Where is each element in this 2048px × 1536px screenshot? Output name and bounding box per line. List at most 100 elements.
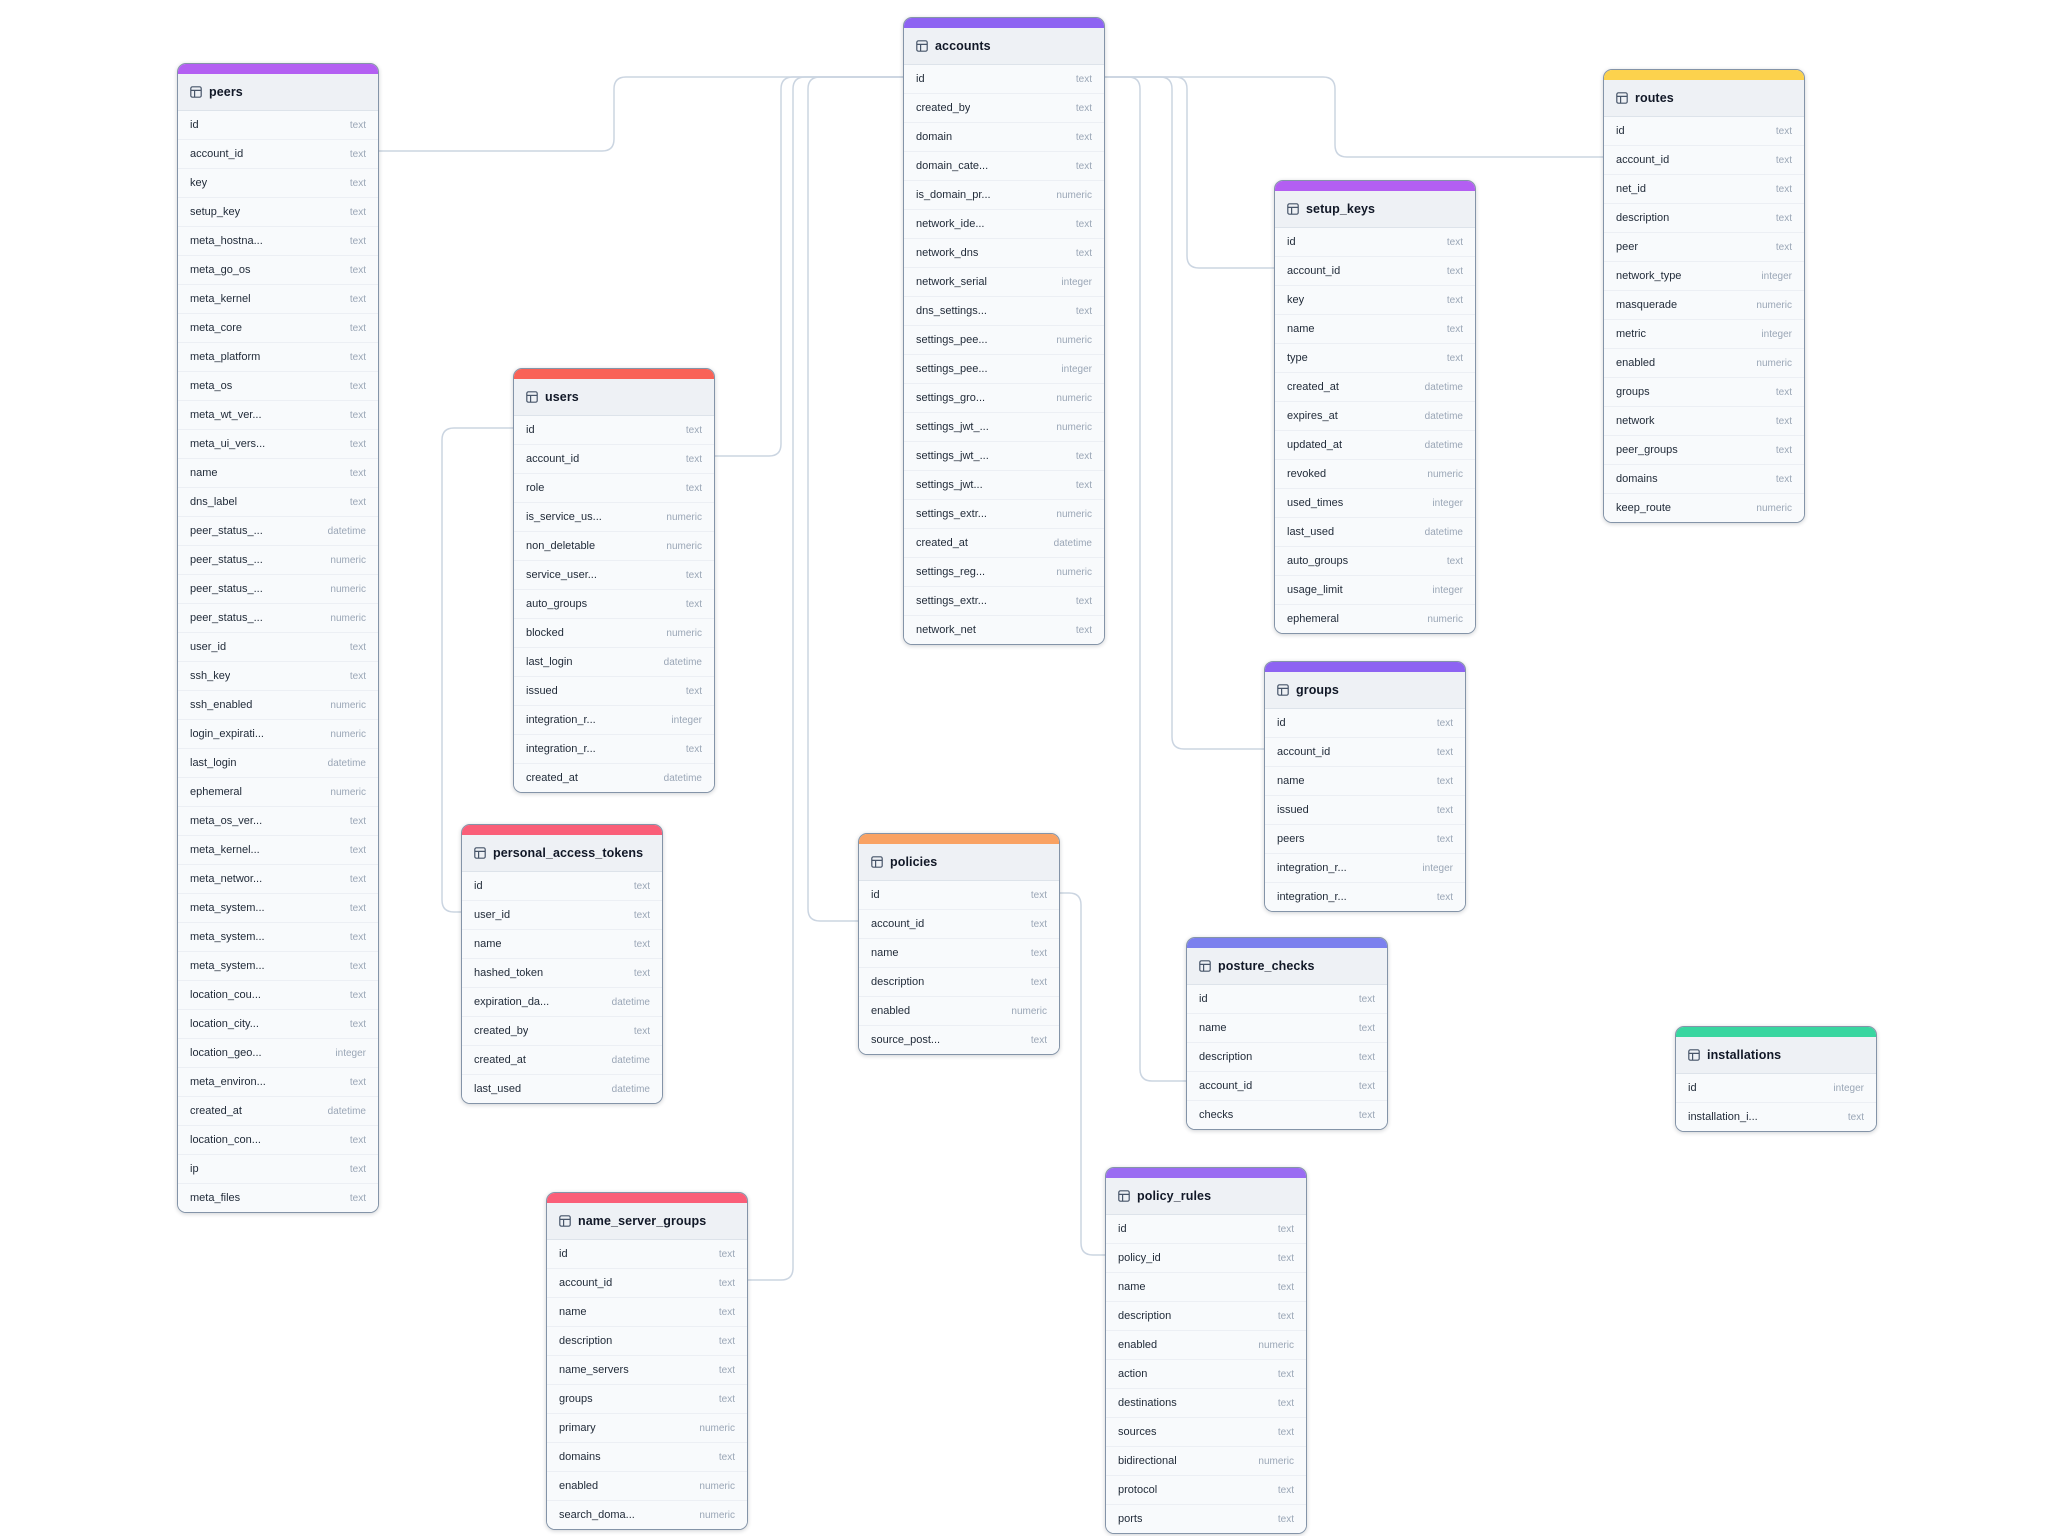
- field-type: datetime: [1425, 440, 1463, 451]
- field-type: numeric: [1427, 469, 1463, 480]
- table-policies[interactable]: policies id text account_id text name te…: [858, 833, 1060, 1055]
- table-header[interactable]: setup_keys: [1275, 191, 1475, 228]
- field-row: type text: [1275, 343, 1475, 372]
- er-diagram-canvas: peers id text account_id text key text s…: [0, 0, 2048, 1536]
- table-header[interactable]: policies: [859, 844, 1059, 881]
- field-name: bidirectional: [1118, 1455, 1177, 1467]
- field-type: numeric: [1056, 422, 1092, 433]
- table-setup_keys[interactable]: setup_keys id text account_id text key t…: [1274, 180, 1476, 634]
- table-header[interactable]: accounts: [904, 28, 1104, 65]
- field-name: peer: [1616, 241, 1638, 253]
- table-header[interactable]: installations: [1676, 1037, 1876, 1074]
- field-type: text: [1776, 155, 1792, 166]
- field-name: id: [190, 119, 199, 131]
- field-type: numeric: [666, 541, 702, 552]
- field-name: sources: [1118, 1426, 1157, 1438]
- field-type: text: [686, 744, 702, 755]
- table-header[interactable]: personal_access_tokens: [462, 835, 662, 872]
- field-type: text: [719, 1278, 735, 1289]
- field-name: integration_r...: [526, 743, 596, 755]
- field-name: non_deletable: [526, 540, 595, 552]
- table-accent-bar: [1676, 1027, 1876, 1037]
- table-rows: id text account_id text name text issued…: [1265, 709, 1465, 911]
- field-row: bidirectional numeric: [1106, 1446, 1306, 1475]
- table-accounts[interactable]: accounts id text created_by text domain …: [903, 17, 1105, 645]
- field-type: text: [634, 968, 650, 979]
- field-name: key: [190, 177, 207, 189]
- field-type: text: [1776, 242, 1792, 253]
- field-name: meta_platform: [190, 351, 260, 363]
- field-name: auto_groups: [526, 598, 587, 610]
- field-type: numeric: [330, 729, 366, 740]
- table-header[interactable]: users: [514, 379, 714, 416]
- field-name: last_used: [474, 1083, 521, 1095]
- field-row: role text: [514, 473, 714, 502]
- field-name: service_user...: [526, 569, 597, 581]
- field-name: id: [871, 889, 880, 901]
- field-row: domains text: [1604, 464, 1804, 493]
- field-row: ssh_enabled numeric: [178, 690, 378, 719]
- table-rows: id text name text description text accou…: [1187, 985, 1387, 1129]
- field-name: peer_status_...: [190, 612, 263, 624]
- field-type: text: [634, 1026, 650, 1037]
- table-header[interactable]: peers: [178, 74, 378, 111]
- field-name: ssh_enabled: [190, 699, 252, 711]
- field-type: text: [350, 207, 366, 218]
- field-name: meta_go_os: [190, 264, 251, 276]
- field-type: text: [350, 410, 366, 421]
- field-type: text: [1278, 1369, 1294, 1380]
- table-header[interactable]: posture_checks: [1187, 948, 1387, 985]
- field-name: groups: [559, 1393, 593, 1405]
- table-rows: id text account_id text net_id text desc…: [1604, 117, 1804, 522]
- table-accent-bar: [514, 369, 714, 379]
- table-personal_access_tokens[interactable]: personal_access_tokens id text user_id t…: [461, 824, 663, 1104]
- table-rows: id text created_by text domain text doma…: [904, 65, 1104, 644]
- field-row: groups text: [1604, 377, 1804, 406]
- field-type: text: [1278, 1514, 1294, 1525]
- field-name: name_servers: [559, 1364, 629, 1376]
- field-name: meta_system...: [190, 902, 265, 914]
- field-row: meta_networ... text: [178, 864, 378, 893]
- field-row: setup_key text: [178, 197, 378, 226]
- table-header[interactable]: routes: [1604, 80, 1804, 117]
- field-type: numeric: [699, 1423, 735, 1434]
- field-type: text: [350, 265, 366, 276]
- table-installations[interactable]: installations id integer installation_i.…: [1675, 1026, 1877, 1132]
- table-groups[interactable]: groups id text account_id text name text…: [1264, 661, 1466, 912]
- table-icon: [1277, 684, 1289, 696]
- field-name: keep_route: [1616, 502, 1671, 514]
- field-name: location_cou...: [190, 989, 261, 1001]
- table-policy_rules[interactable]: policy_rules id text policy_id text name…: [1105, 1167, 1307, 1534]
- field-type: text: [1076, 306, 1092, 317]
- field-row: location_con... text: [178, 1125, 378, 1154]
- table-accent-bar: [1187, 938, 1387, 948]
- table-routes[interactable]: routes id text account_id text net_id te…: [1603, 69, 1805, 523]
- field-type: numeric: [1258, 1340, 1294, 1351]
- field-row: settings_gro... numeric: [904, 383, 1104, 412]
- table-peers[interactable]: peers id text account_id text key text s…: [177, 63, 379, 1213]
- field-row: account_id text: [1265, 737, 1465, 766]
- field-type: integer: [1761, 271, 1792, 282]
- field-type: text: [719, 1452, 735, 1463]
- field-row: domain_cate... text: [904, 151, 1104, 180]
- field-row: is_service_us... numeric: [514, 502, 714, 531]
- table-posture_checks[interactable]: posture_checks id text name text descrip…: [1186, 937, 1388, 1130]
- field-row: updated_at datetime: [1275, 430, 1475, 459]
- field-row: auto_groups text: [514, 589, 714, 618]
- field-name: settings_extr...: [916, 508, 987, 520]
- field-row: account_id text: [514, 444, 714, 473]
- field-row: blocked numeric: [514, 618, 714, 647]
- table-name_server_groups[interactable]: name_server_groups id text account_id te…: [546, 1192, 748, 1530]
- table-header[interactable]: policy_rules: [1106, 1178, 1306, 1215]
- field-type: text: [1031, 919, 1047, 930]
- field-type: text: [1076, 451, 1092, 462]
- table-header[interactable]: groups: [1265, 672, 1465, 709]
- field-name: ssh_key: [190, 670, 230, 682]
- field-row: action text: [1106, 1359, 1306, 1388]
- table-users[interactable]: users id text account_id text role text …: [513, 368, 715, 793]
- table-header[interactable]: name_server_groups: [547, 1203, 747, 1240]
- field-name: last_used: [1287, 526, 1334, 538]
- field-row: meta_system... text: [178, 951, 378, 980]
- relationship-line-peers-accounts: [377, 77, 903, 151]
- field-row: id text: [514, 416, 714, 444]
